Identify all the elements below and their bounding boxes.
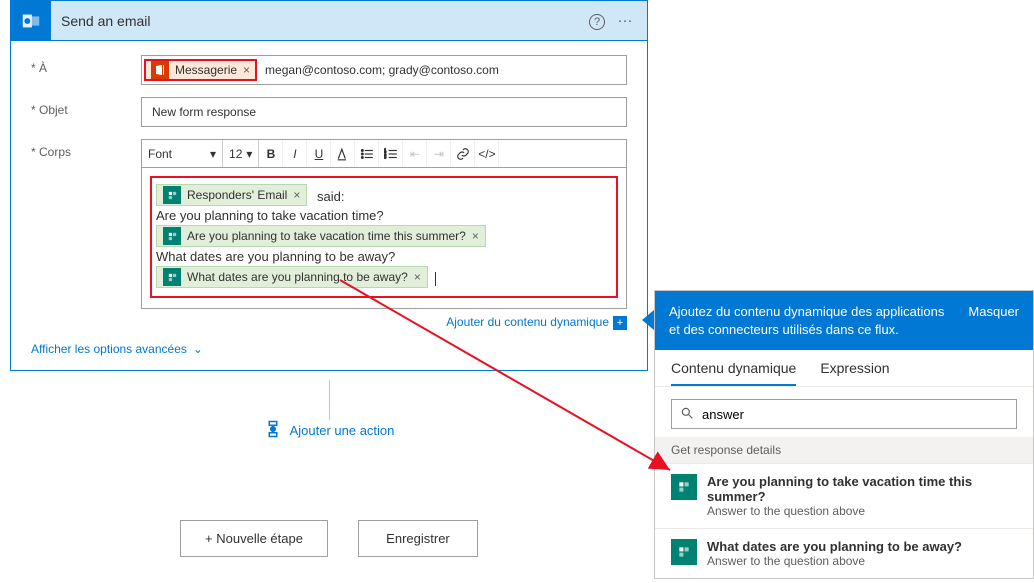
search-icon — [680, 406, 694, 423]
to-token-label: Messagerie — [175, 63, 237, 77]
body-label: * Corps — [31, 139, 141, 159]
underline-button[interactable]: U — [307, 140, 331, 167]
office-icon — [151, 61, 169, 79]
dynamic-item-desc: Answer to the question above — [707, 554, 962, 568]
panel-caret-icon — [642, 310, 654, 330]
advanced-options-toggle[interactable]: Afficher les options avancées ⌄ — [31, 342, 627, 356]
color-button[interactable] — [331, 140, 355, 167]
insert-step-icon — [264, 420, 282, 441]
panel-info-banner: Ajoutez du contenu dynamique des applica… — [655, 291, 1033, 350]
dynamic-item[interactable]: Are you planning to take vacation time t… — [655, 463, 1033, 528]
dynamic-item-desc: Answer to the question above — [707, 504, 1017, 518]
token-remove-icon[interactable]: × — [243, 63, 250, 77]
bottom-buttons: + Nouvelle étape Enregistrer — [10, 520, 648, 557]
dynamic-item-title: Are you planning to take vacation time t… — [707, 474, 1017, 504]
subject-label: * Objet — [31, 97, 141, 117]
body-field: Font▾ 12▾ B I U 123 ⇤ ⇥ — [141, 139, 627, 330]
chevron-down-icon: ⌄ — [193, 342, 203, 356]
new-step-button[interactable]: + Nouvelle étape — [180, 520, 328, 557]
token-remove-icon[interactable]: × — [293, 188, 300, 202]
forms-icon — [671, 474, 697, 500]
add-dynamic-content-link[interactable]: Ajouter du contenu dynamique+ — [141, 315, 627, 330]
forms-icon — [163, 186, 181, 204]
subject-value[interactable]: New form response — [148, 103, 260, 121]
to-label: * À — [31, 55, 141, 75]
to-token-messagerie[interactable]: Messagerie × — [144, 59, 257, 81]
token-q1-answer[interactable]: Are you planning to take vacation time t… — [156, 225, 486, 247]
body-editor[interactable]: Responders' Email × said: Are you planni… — [141, 167, 627, 309]
numbered-button[interactable]: 123 — [379, 140, 403, 167]
more-icon[interactable]: ··· — [611, 12, 639, 29]
forms-icon — [163, 268, 181, 286]
send-email-card: Send an email ? ··· * À Messagerie × meg… — [10, 0, 648, 371]
bold-button[interactable]: B — [259, 140, 283, 167]
dynamic-item-title: What dates are you planning to be away? — [707, 539, 962, 554]
dynamic-content-panel: Ajoutez du contenu dynamique des applica… — [654, 290, 1034, 579]
forms-icon — [671, 539, 697, 565]
outdent-button[interactable]: ⇤ — [403, 140, 427, 167]
add-action-row: Ajouter une action — [10, 420, 648, 441]
help-icon[interactable]: ? — [583, 12, 611, 30]
font-select[interactable]: Font▾ — [142, 140, 223, 167]
card-header: Send an email ? ··· — [11, 1, 647, 41]
dynamic-search-input[interactable] — [702, 407, 1008, 422]
to-addresses[interactable]: megan@contoso.com; grady@contoso.com — [261, 60, 624, 80]
body-text-q2: What dates are you planning to be away? — [156, 249, 612, 264]
text-cursor — [435, 272, 436, 286]
outlook-icon — [11, 1, 51, 41]
size-select[interactable]: 12▾ — [223, 140, 259, 167]
forms-icon — [163, 227, 181, 245]
save-button[interactable]: Enregistrer — [358, 520, 478, 557]
card-title: Send an email — [61, 13, 583, 29]
link-button[interactable] — [451, 140, 475, 167]
hide-panel-link[interactable]: Masquer — [968, 303, 1019, 321]
token-remove-icon[interactable]: × — [472, 229, 479, 243]
to-input[interactable]: Messagerie × megan@contoso.com; grady@co… — [141, 55, 627, 85]
tab-dynamic-content[interactable]: Contenu dynamique — [671, 360, 796, 386]
body-text-q1: Are you planning to take vacation time? — [156, 208, 612, 223]
codeview-button[interactable]: </> — [475, 140, 499, 167]
bullets-button[interactable] — [355, 140, 379, 167]
plus-icon: + — [613, 316, 627, 330]
subject-input[interactable]: New form response — [141, 97, 627, 127]
panel-tabs: Contenu dynamique Expression — [655, 350, 1033, 387]
tab-expression[interactable]: Expression — [820, 360, 889, 386]
body-highlight-box: Responders' Email × said: Are you planni… — [150, 176, 618, 298]
card-body: * À Messagerie × megan@contoso.com; grad… — [11, 41, 647, 370]
section-head-get-response: Get response details — [655, 437, 1033, 463]
dynamic-search[interactable] — [671, 399, 1017, 429]
token-remove-icon[interactable]: × — [414, 270, 421, 284]
token-q2-answer[interactable]: What dates are you planning to be away? … — [156, 266, 428, 288]
indent-button[interactable]: ⇥ — [427, 140, 451, 167]
rte-toolbar: Font▾ 12▾ B I U 123 ⇤ ⇥ — [141, 139, 627, 167]
italic-button[interactable]: I — [283, 140, 307, 167]
svg-text:3: 3 — [384, 154, 387, 159]
add-action-button[interactable]: Ajouter une action — [264, 420, 395, 441]
body-text-said: said: — [317, 189, 344, 204]
token-responders-email[interactable]: Responders' Email × — [156, 184, 307, 206]
dynamic-item[interactable]: What dates are you planning to be away? … — [655, 528, 1033, 578]
